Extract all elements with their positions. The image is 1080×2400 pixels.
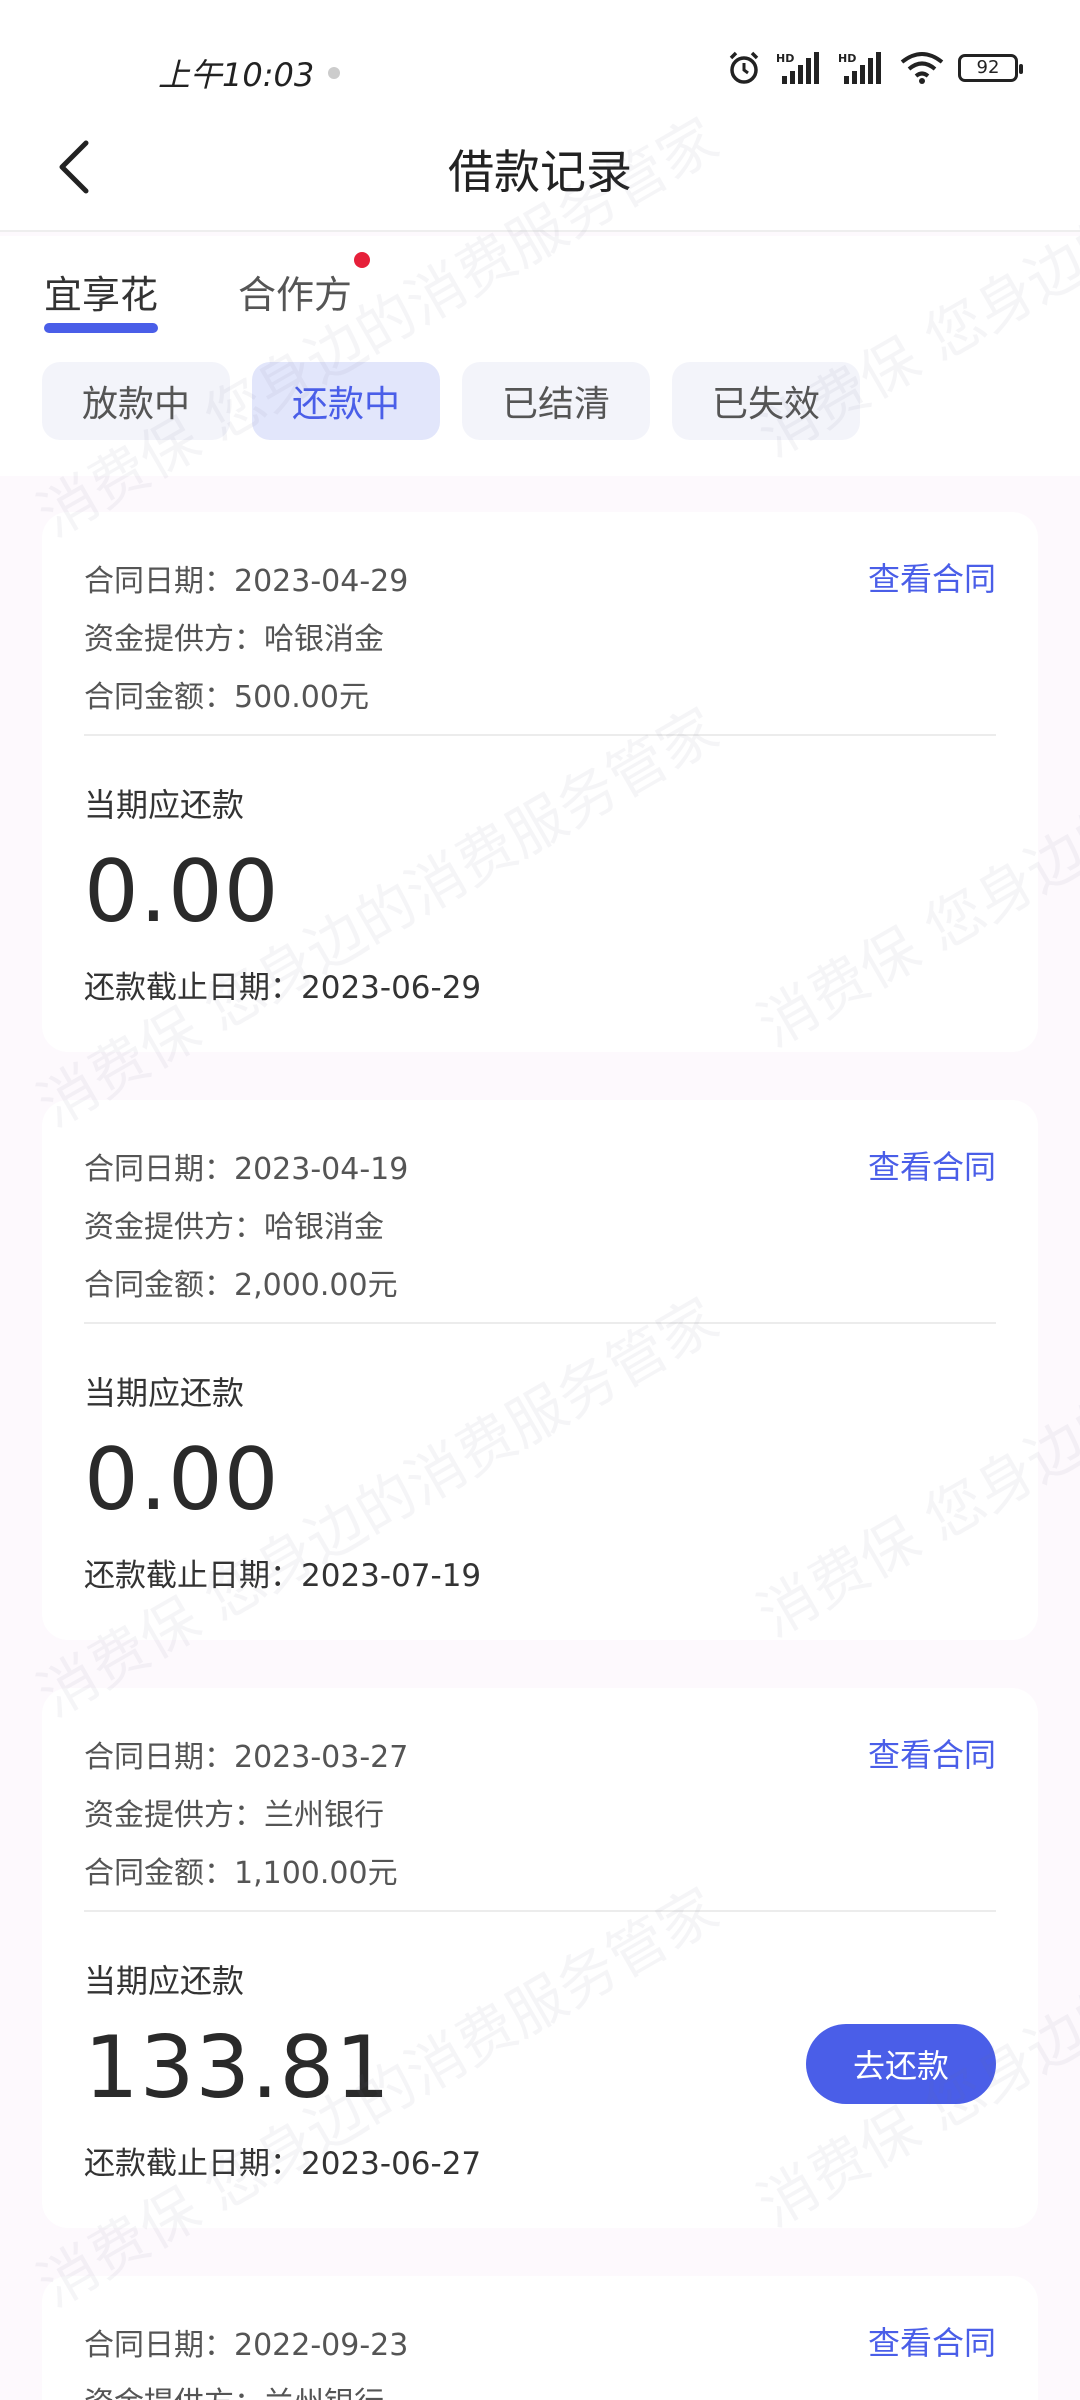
view-contract-link[interactable]: 查看合同	[868, 2318, 996, 2364]
filter-label: 放款中	[81, 384, 190, 425]
fund-provider: 资金提供方：兰州银行	[84, 2378, 384, 2400]
card-divider	[84, 1910, 996, 1912]
battery-icon: 92	[958, 54, 1023, 82]
due-label: 当期应还款	[84, 1962, 245, 2000]
nav-bar: 借款记录	[0, 100, 1080, 232]
view-contract-link[interactable]: 查看合同	[868, 1142, 996, 1188]
page-title: 借款记录	[448, 145, 632, 199]
fund-provider: 资金提供方：兰州银行	[84, 1798, 384, 1833]
contract-amount: 合同金额：1,100.00元	[84, 1856, 398, 1891]
wifi-icon	[900, 52, 944, 84]
repay-button[interactable]: 去还款	[806, 2024, 996, 2104]
red-dot-badge	[354, 252, 371, 268]
signal-hd-2-icon: HD	[838, 52, 881, 84]
card-divider	[84, 734, 996, 736]
loan-card: 合同日期：2023-04-19 查看合同 资金提供方：哈银消金 合同金额：2,0…	[42, 1100, 1038, 1640]
tab-bar: 宜享花 合作方	[0, 236, 1080, 346]
filter-label: 已失效	[711, 384, 820, 425]
status-filter-bar: 放款中 还款中 已结清 已失效	[0, 346, 1080, 476]
tab-active-indicator	[44, 323, 159, 333]
contract-amount: 合同金额：500.00元	[84, 680, 369, 715]
due-amount: 0.00	[84, 1430, 280, 1530]
status-time: 上午10:03	[158, 50, 341, 96]
fund-provider: 资金提供方：哈银消金	[84, 622, 384, 657]
status-time-text: 上午10:03	[158, 56, 315, 94]
filter-label: 已结清	[501, 384, 610, 425]
due-label: 当期应还款	[84, 1374, 245, 1412]
status-icons: HD HD 92	[726, 50, 1023, 86]
tab-label: 合作方	[238, 273, 353, 317]
signal-hd-1-icon: HD	[776, 52, 819, 84]
repay-deadline: 还款截止日期：2023-07-19	[84, 1558, 482, 1594]
filter-repaying[interactable]: 还款中	[252, 362, 440, 440]
tab-label: 宜享花	[44, 273, 159, 317]
due-amount: 0.00	[84, 842, 280, 942]
tab-yixianghua[interactable]: 宜享花	[44, 264, 159, 333]
svg-text:HD: HD	[838, 52, 856, 65]
due-amount: 133.81	[84, 2018, 391, 2118]
due-label: 当期应还款	[84, 786, 245, 824]
filter-label: 还款中	[291, 384, 400, 425]
notification-dot-icon	[328, 67, 341, 79]
view-contract-link[interactable]: 查看合同	[868, 1730, 996, 1776]
loan-card: 合同日期：2023-03-27 查看合同 资金提供方：兰州银行 合同金额：1,1…	[42, 1688, 1038, 2228]
card-divider	[84, 1322, 996, 1324]
repay-deadline: 还款截止日期：2023-06-29	[84, 970, 482, 1006]
loan-card: 合同日期：2022-09-23 查看合同 资金提供方：兰州银行	[42, 2276, 1038, 2400]
battery-level: 92	[976, 57, 1000, 78]
tab-partner[interactable]: 合作方	[238, 252, 371, 319]
filter-settled[interactable]: 已结清	[462, 362, 650, 440]
svg-text:HD: HD	[776, 52, 794, 65]
contract-date: 合同日期：2023-03-27	[84, 1740, 409, 1775]
repay-deadline: 还款截止日期：2023-06-27	[84, 2146, 482, 2182]
loan-card: 合同日期：2023-04-29 查看合同 资金提供方：哈银消金 合同金额：500…	[42, 512, 1038, 1052]
alarm-icon	[729, 51, 759, 84]
filter-lending[interactable]: 放款中	[42, 362, 230, 440]
contract-date: 合同日期：2022-09-23	[84, 2328, 409, 2363]
contract-date: 合同日期：2023-04-29	[84, 564, 409, 599]
fund-provider: 资金提供方：哈银消金	[84, 1210, 384, 1245]
contract-date: 合同日期：2023-04-19	[84, 1152, 409, 1187]
contract-amount: 合同金额：2,000.00元	[84, 1268, 398, 1303]
view-contract-link[interactable]: 查看合同	[868, 554, 996, 600]
filter-expired[interactable]: 已失效	[672, 362, 860, 440]
